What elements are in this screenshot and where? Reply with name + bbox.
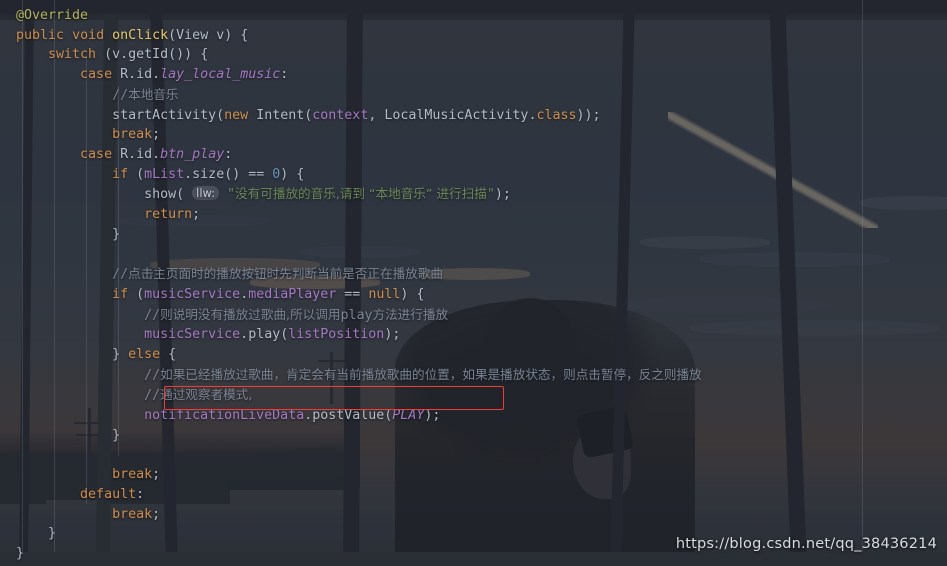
- code-line[interactable]: } else {: [0, 345, 702, 365]
- indent-guide: [862, 0, 863, 552]
- code-line[interactable]: notificationLiveData.postValue(PLAY);: [0, 406, 702, 426]
- code-line[interactable]: return;: [0, 205, 702, 225]
- code-line[interactable]: [0, 445, 702, 465]
- watermark-url: https://blog.csdn.net/qq_38436214: [675, 536, 937, 552]
- code-line[interactable]: }: [0, 544, 702, 564]
- code-line[interactable]: startActivity(new Intent(context, LocalM…: [0, 106, 702, 126]
- code-line[interactable]: show( llw: "没有可播放的音乐,请到 “本地音乐” 进行扫描");: [0, 184, 702, 205]
- code-line[interactable]: }: [0, 225, 702, 245]
- code-line[interactable]: default:: [0, 485, 702, 505]
- code-editor[interactable]: @Override public void onClick(View v) { s…: [0, 0, 947, 566]
- code-line[interactable]: //则说明没有播放过歌曲,所以调用play方法进行播放: [0, 305, 702, 326]
- code-line[interactable]: case R.id.btn_play:: [0, 145, 702, 165]
- code-line[interactable]: case R.id.lay_local_music:: [0, 65, 702, 85]
- code-line[interactable]: switch (v.getId()) {: [0, 45, 702, 65]
- code-content[interactable]: @Override public void onClick(View v) { s…: [0, 0, 702, 564]
- code-line[interactable]: //通过观察者模式,: [0, 385, 702, 406]
- code-line[interactable]: break;: [0, 125, 702, 145]
- code-line[interactable]: break;: [0, 465, 702, 485]
- code-line[interactable]: }: [0, 426, 702, 446]
- code-line[interactable]: if (mList.size() == 0) {: [0, 165, 702, 185]
- code-line[interactable]: break;: [0, 505, 702, 525]
- code-line[interactable]: @Override: [0, 6, 702, 26]
- code-line[interactable]: public void onClick(View v) {: [0, 26, 702, 46]
- code-line[interactable]: if (musicService.mediaPlayer == null) {: [0, 285, 702, 305]
- code-line[interactable]: }: [0, 524, 702, 544]
- code-line[interactable]: musicService.play(listPosition);: [0, 325, 702, 345]
- code-line[interactable]: //点击主页面时的播放按钮时先判断当前是否正在播放歌曲: [0, 264, 702, 285]
- code-line[interactable]: //本地音乐: [0, 85, 702, 106]
- code-line[interactable]: //如果已经播放过歌曲，肯定会有当前播放歌曲的位置，如果是播放状态，则点击暂停，…: [0, 365, 702, 386]
- code-line[interactable]: [0, 244, 702, 264]
- inline-parameter-hint: llw:: [192, 186, 220, 201]
